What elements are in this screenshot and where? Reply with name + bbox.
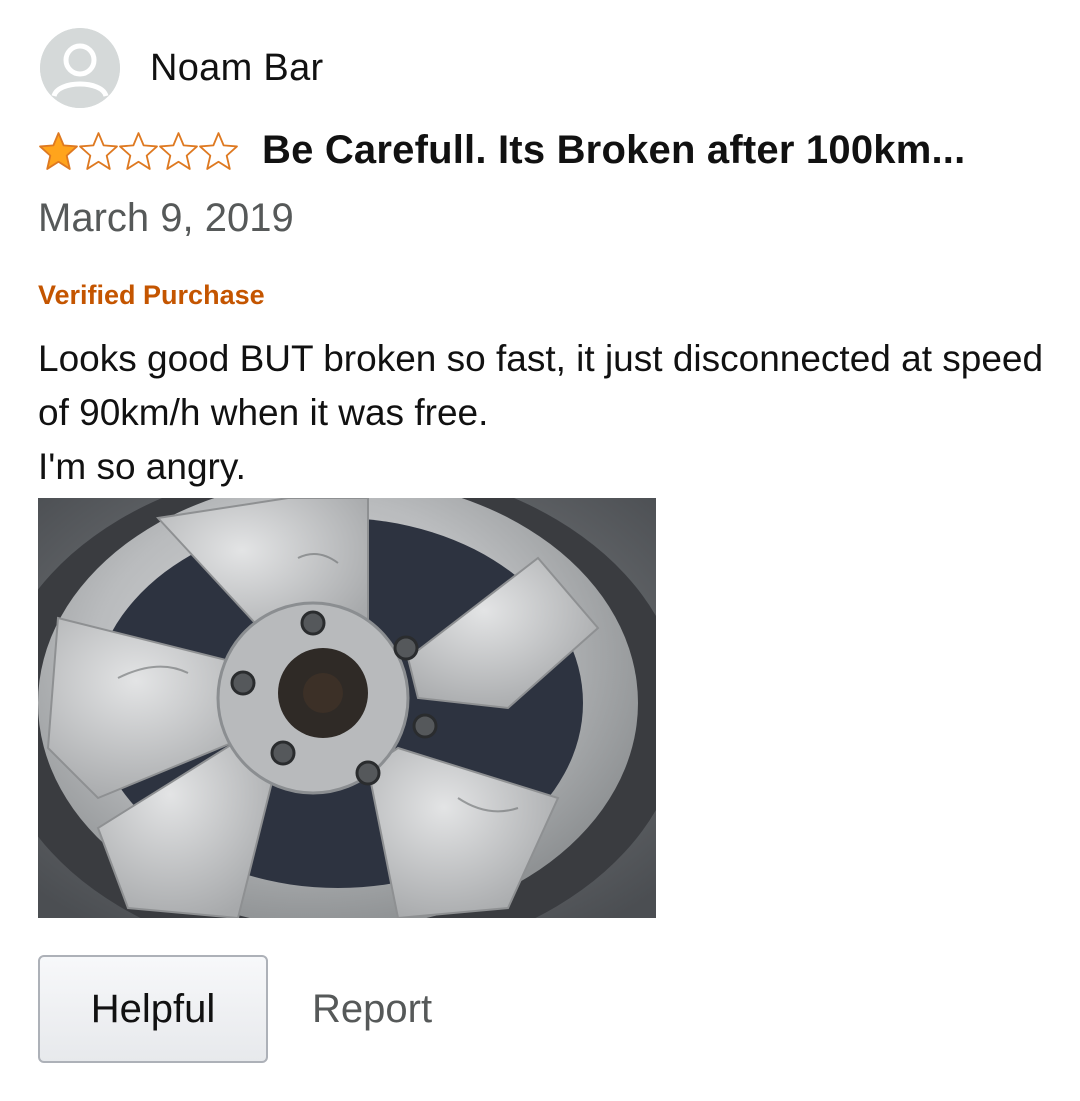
avatar[interactable] bbox=[40, 28, 120, 108]
wheel-photo-image bbox=[38, 498, 656, 918]
star-empty-icon bbox=[159, 132, 198, 170]
star-empty-icon bbox=[79, 132, 118, 170]
review-card: Noam Bar Be Carefull. Its Broken after 1… bbox=[0, 0, 1080, 1101]
review-photo[interactable] bbox=[38, 498, 656, 918]
review-title-row: Be Carefull. Its Broken after 100km... bbox=[38, 128, 965, 173]
reviewer-profile[interactable]: Noam Bar bbox=[40, 28, 323, 108]
verified-purchase-badge: Verified Purchase bbox=[38, 280, 265, 310]
star-empty-icon bbox=[119, 132, 158, 170]
report-link[interactable]: Report bbox=[312, 987, 432, 1032]
helpful-button[interactable]: Helpful bbox=[38, 955, 268, 1063]
star-empty-icon bbox=[199, 132, 238, 170]
star-filled-icon bbox=[39, 132, 78, 170]
review-date: March 9, 2019 bbox=[38, 196, 294, 240]
review-body-line: I'm so angry. bbox=[38, 446, 246, 487]
user-silhouette-icon bbox=[40, 28, 120, 108]
review-title[interactable]: Be Carefull. Its Broken after 100km... bbox=[262, 128, 965, 173]
star-rating[interactable] bbox=[38, 130, 238, 171]
reviewer-name[interactable]: Noam Bar bbox=[150, 47, 323, 90]
review-body: Looks good BUT broken so fast, it just d… bbox=[38, 332, 1048, 494]
review-actions: Helpful Report bbox=[38, 955, 432, 1063]
review-body-line: Looks good BUT broken so fast, it just d… bbox=[38, 338, 1044, 433]
